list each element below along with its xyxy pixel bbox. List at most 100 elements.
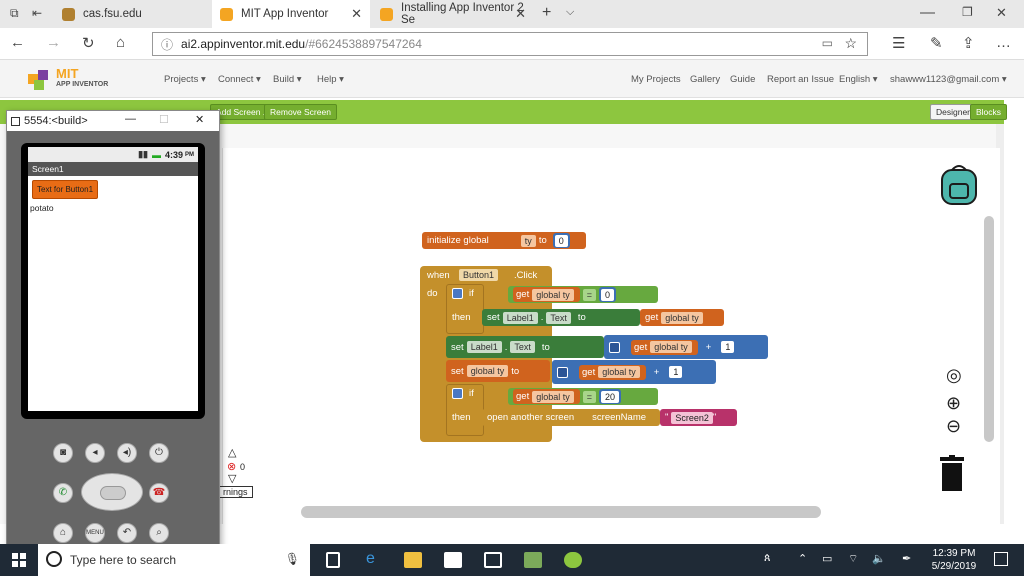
menu-connect[interactable]: Connect ▾ [218, 74, 261, 85]
volume-muted-icon[interactable]: 🔈 [872, 552, 886, 565]
app-inventor-logo[interactable]: MIT APP INVENTOR [26, 66, 116, 92]
var-dropdown[interactable]: global ty [650, 341, 692, 353]
tab-actions-icon[interactable]: ⧉ [10, 6, 19, 21]
favorite-star-icon[interactable]: ☆ [844, 35, 857, 52]
var-dropdown[interactable]: global ty [532, 288, 574, 301]
file-explorer-icon[interactable] [404, 552, 422, 568]
remove-screen-button[interactable]: Remove Screen [264, 104, 337, 120]
menu-my-projects[interactable]: My Projects [631, 74, 681, 85]
menu-account[interactable]: shawww1123@gmail.com ▾ [890, 74, 1007, 85]
close-tab-icon[interactable]: ✕ [351, 6, 362, 22]
show-warnings-button[interactable]: rnings [218, 486, 253, 498]
volume-down-icon[interactable]: ◂ [85, 443, 105, 463]
battery-tray-icon[interactable]: ▭ [822, 552, 832, 565]
trash-icon[interactable] [940, 455, 964, 491]
favorites-hub-icon[interactable]: ☰ [892, 34, 905, 52]
taskbar-search-input[interactable]: Type here to search 🎙 [38, 544, 310, 576]
set-label-text-block-2[interactable]: set Label1 . Text to [446, 336, 604, 358]
power-icon[interactable]: ⏻ [149, 443, 169, 463]
camera-icon[interactable]: ◙ [53, 443, 73, 463]
search-icon[interactable]: ⌕ [149, 523, 169, 543]
menu-projects[interactable]: Projects ▾ [164, 74, 206, 85]
menu-button[interactable]: MENU [85, 523, 105, 543]
mutator-gear-icon[interactable] [452, 388, 463, 399]
minimize-icon[interactable]: — [125, 113, 136, 125]
phone-screen[interactable]: ▮▮ ▬ 4:39 PM Screen1 Text for Button1 po… [28, 147, 198, 411]
forward-icon[interactable]: → [46, 34, 61, 51]
mail-icon[interactable] [484, 552, 502, 568]
close-window-icon[interactable]: ✕ [996, 5, 1007, 21]
var-dropdown[interactable]: global ty [661, 311, 703, 324]
recenter-icon[interactable]: ◎ [946, 365, 962, 386]
photos-icon[interactable] [524, 552, 542, 568]
backpack-icon[interactable] [936, 162, 982, 208]
action-center-icon[interactable] [994, 552, 1008, 566]
text-field[interactable]: Screen2 [671, 411, 713, 424]
get-global-block[interactable]: get global ty [640, 309, 724, 326]
workspace-horizontal-scrollbar[interactable] [301, 506, 821, 518]
app-button[interactable]: Text for Button1 [32, 180, 99, 199]
set-global-block[interactable]: set global ty to [446, 360, 550, 382]
mutator-gear-icon[interactable] [452, 288, 463, 299]
blocks-button[interactable]: Blocks [970, 104, 1008, 120]
call-icon[interactable]: ✆ [53, 483, 73, 503]
show-warnings-up-icon[interactable]: △ [228, 446, 236, 459]
property-dropdown[interactable]: Text [546, 311, 571, 324]
component-dropdown[interactable]: Label1 [466, 341, 502, 353]
component-dropdown[interactable]: Button1 [459, 269, 499, 281]
number-field[interactable]: 1 [669, 366, 683, 378]
store-icon[interactable] [444, 552, 462, 568]
text-string-block[interactable]: " Screen2 " [660, 409, 737, 426]
menu-report-issue[interactable]: Report an Issue [767, 74, 834, 85]
zoom-out-icon[interactable]: ⊖ [946, 416, 961, 437]
share-icon[interactable]: ⇪ [962, 34, 975, 52]
home-icon[interactable]: ⌂ [116, 34, 125, 51]
edge-icon[interactable]: e [366, 550, 384, 567]
close-icon[interactable]: ✕ [195, 113, 204, 126]
dpad-center[interactable] [100, 486, 126, 500]
pen-icon[interactable]: ✒ [902, 552, 911, 565]
volume-up-icon[interactable]: ◂) [117, 443, 137, 463]
task-view-icon[interactable] [326, 552, 340, 568]
menu-gallery[interactable]: Gallery [690, 74, 720, 85]
addition-block-2[interactable]: get global ty + 1 [552, 360, 716, 384]
show-hidden-icons-icon[interactable]: ⌃ [798, 552, 807, 565]
var-dropdown[interactable]: global ty [598, 366, 640, 378]
get-block[interactable]: get global ty [513, 389, 580, 404]
number-field[interactable]: 1 [721, 341, 735, 353]
show-warnings-down-icon[interactable]: ▽ [228, 472, 236, 485]
workspace-vertical-scrollbar[interactable] [984, 216, 994, 442]
get-block[interactable]: get global ty [513, 287, 580, 302]
number-field[interactable]: 20 [601, 390, 620, 403]
property-dropdown[interactable]: Text [510, 341, 535, 353]
microphone-icon[interactable]: 🎙 [285, 552, 300, 566]
compare-block-1[interactable]: get global ty = 0 [508, 286, 658, 303]
initialize-global-block[interactable]: initialize global ty to 0 [422, 232, 586, 249]
android-emulator-icon[interactable] [564, 552, 582, 568]
mutator-gear-icon[interactable] [557, 366, 568, 378]
operator-dropdown[interactable]: = [582, 390, 597, 403]
web-note-icon[interactable]: ✎ [930, 34, 943, 52]
people-icon[interactable]: ጰ [764, 552, 771, 565]
windows-start-icon[interactable] [12, 553, 26, 567]
reading-view-icon[interactable]: ▭ [822, 36, 833, 50]
number-field[interactable]: 0 [554, 234, 568, 247]
open-another-screen-block[interactable]: open another screen screenName [482, 409, 660, 426]
minimize-icon[interactable]: — [920, 4, 935, 21]
number-block[interactable]: 0 [599, 287, 617, 302]
menu-language[interactable]: English ▾ [839, 74, 878, 85]
set-label-text-block-1[interactable]: set Label1 . Text to [482, 309, 640, 326]
var-dropdown[interactable]: global ty [466, 365, 509, 377]
tab-installing[interactable]: Installing App Inventor 2 Se ✕ [372, 0, 534, 28]
number-block[interactable]: 20 [599, 389, 622, 404]
global-var-name-field[interactable]: ty [520, 234, 536, 247]
set-aside-tabs-icon[interactable]: ⇤ [32, 6, 42, 20]
clock[interactable]: 12:39 PM 5/29/2019 [924, 547, 984, 573]
get-block[interactable]: get global ty [579, 364, 646, 380]
tab-list-chevron-icon[interactable]: ⌵ [566, 6, 574, 19]
number-field[interactable]: 0 [601, 288, 615, 301]
wifi-icon[interactable]: ⌔ [848, 552, 858, 566]
get-block[interactable]: get global ty [631, 339, 698, 355]
dpad[interactable] [81, 473, 143, 511]
zoom-in-icon[interactable]: ⊕ [946, 393, 961, 414]
